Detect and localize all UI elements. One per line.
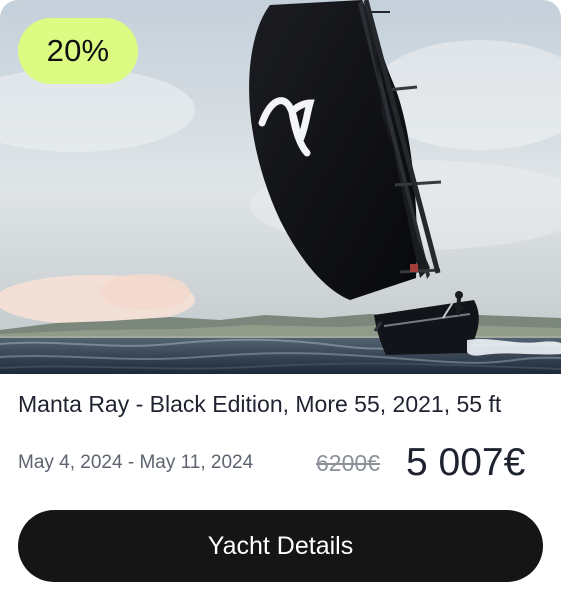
yacht-title: Manta Ray - Black Edition, More 55, 2021… <box>18 391 502 417</box>
date-range: May 4, 2024 - May 11, 2024 <box>18 452 254 473</box>
yacht-photo[interactable]: 20% <box>0 0 561 374</box>
yacht-details-button[interactable]: Yacht Details <box>18 510 543 582</box>
current-price: 5 007€ <box>406 441 526 484</box>
discount-badge: 20% <box>18 18 138 84</box>
original-price: 6200€ <box>316 450 380 476</box>
yacht-offer-card[interactable]: 20% Manta Ray - Black Edition, More 55, … <box>0 0 561 600</box>
